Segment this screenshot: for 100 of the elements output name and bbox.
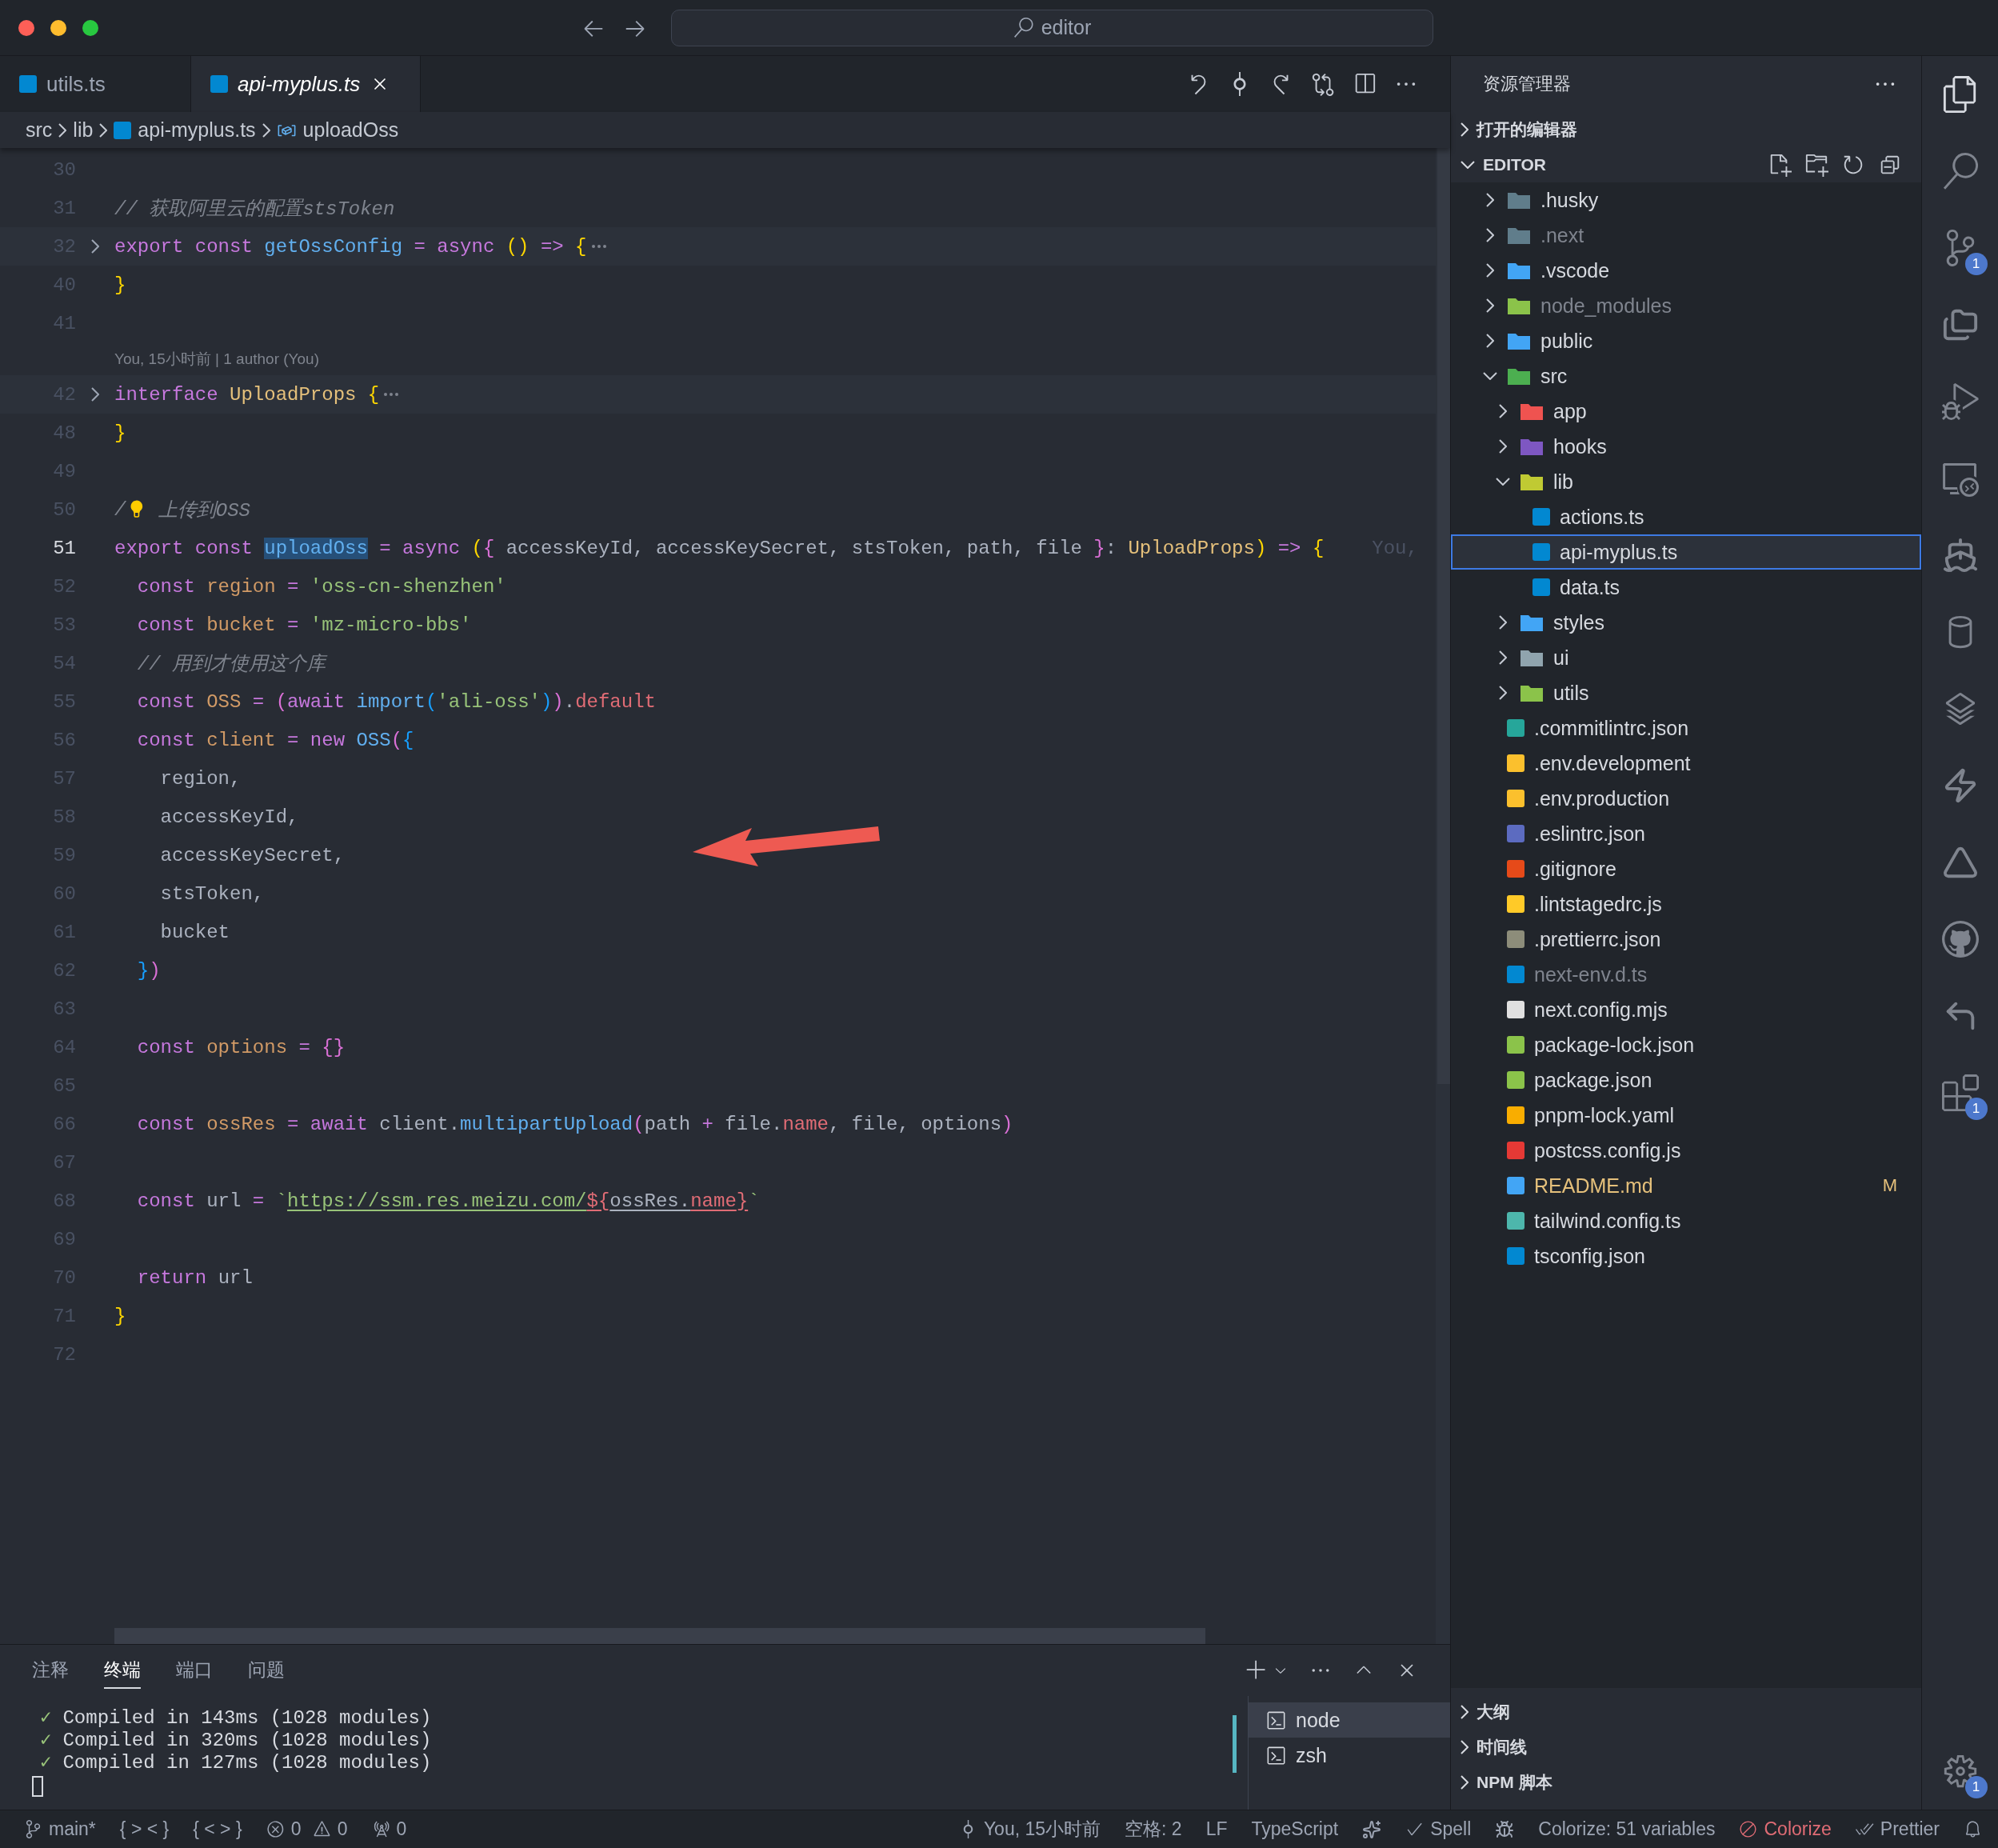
breadcrumb-item[interactable]: src <box>26 118 53 142</box>
fold-chevron-icon[interactable] <box>91 387 99 402</box>
status-item[interactable]: { > < } <box>119 1818 170 1840</box>
file-item[interactable]: api-myplus.ts <box>1451 534 1921 570</box>
file-item[interactable]: package-lock.json <box>1451 1027 1921 1062</box>
command-search-field[interactable]: editor <box>671 9 1433 46</box>
file-item[interactable]: postcss.config.js <box>1451 1133 1921 1168</box>
bell-icon[interactable] <box>1964 1820 1982 1838</box>
panel-tab[interactable]: 问题 <box>248 1652 285 1689</box>
file-icon <box>114 121 132 139</box>
section-header[interactable]: 打开的编辑器 <box>1451 112 1921 147</box>
file-item[interactable]: data.ts <box>1451 570 1921 605</box>
problems-status[interactable]: 0 0 <box>266 1818 348 1840</box>
file-item[interactable]: pnpm-lock.yaml <box>1451 1098 1921 1133</box>
code-line: }) <box>136 959 161 982</box>
breadcrumb-item[interactable]: uploadOss <box>276 118 399 142</box>
code-line: } <box>114 1305 126 1327</box>
new-folder-icon[interactable] <box>1804 153 1828 177</box>
chevron-right-icon <box>58 122 67 138</box>
code-line: accessKeyId, <box>159 806 299 828</box>
panel-tab[interactable]: 注释 <box>32 1652 69 1689</box>
prettier-status[interactable]: Prettier <box>1855 1818 1940 1840</box>
play-bug-icon <box>1941 383 1979 420</box>
file-item[interactable]: .eslintrc.json <box>1451 816 1921 851</box>
panel-tab[interactable]: 终端 <box>104 1652 141 1689</box>
code-line: // 获取阿里云的配置stsToken <box>114 198 395 221</box>
terminal-cursor <box>32 1776 43 1797</box>
minimize-window-button[interactable] <box>50 19 66 36</box>
file-item[interactable]: tsconfig.json <box>1451 1238 1921 1274</box>
editor-tab[interactable]: api-myplus.ts <box>191 56 421 112</box>
count-badge: 1 <box>1964 253 1988 275</box>
file-item[interactable]: .prettierrc.json <box>1451 922 1921 957</box>
code-line: } <box>114 422 126 444</box>
file-item[interactable]: next.config.mjs <box>1451 992 1921 1027</box>
code-line: } <box>114 274 126 296</box>
breadcrumb-item[interactable]: api-myplus.ts <box>114 118 256 142</box>
status-item[interactable]: TypeScript <box>1251 1818 1339 1840</box>
terminal-icon <box>1266 1710 1286 1730</box>
file-item[interactable]: next-env.d.ts <box>1451 957 1921 992</box>
status-item[interactable]: LF <box>1205 1818 1228 1840</box>
section-header[interactable]: 大纲 <box>1451 1694 1921 1730</box>
folder-item[interactable]: public <box>1451 323 1921 358</box>
horizontal-scrollbar[interactable] <box>114 1628 1205 1644</box>
spell-status[interactable]: Spell <box>1405 1818 1472 1840</box>
section-title: 大纲 <box>1477 1702 1510 1722</box>
file-item[interactable]: package.json <box>1451 1062 1921 1098</box>
ports-status[interactable]: 0 <box>371 1818 407 1840</box>
folder-item[interactable]: hooks <box>1451 429 1921 464</box>
file-item[interactable]: tailwind.config.ts <box>1451 1203 1921 1238</box>
folder-item[interactable]: ui <box>1451 640 1921 675</box>
folder-item[interactable]: .vscode <box>1451 253 1921 288</box>
warning-icon <box>312 1820 331 1838</box>
section-header[interactable]: EDITOR <box>1451 147 1921 182</box>
panel-tab[interactable]: 端口 <box>176 1652 213 1689</box>
file-item[interactable]: .env.production <box>1451 781 1921 816</box>
code-line: / 上传到OSS <box>114 498 250 522</box>
close-window-button[interactable] <box>18 19 34 36</box>
folder-item[interactable]: utils <box>1451 675 1921 710</box>
branch-status[interactable]: main* <box>24 1818 96 1840</box>
folder-item[interactable]: src <box>1451 358 1921 394</box>
settings-button[interactable]: 1 <box>1921 1733 1998 1810</box>
section-header[interactable]: NPM 脚本 <box>1451 1765 1921 1800</box>
breadcrumb-item[interactable]: lib <box>73 118 94 142</box>
status-item[interactable]: { < > } <box>193 1818 242 1840</box>
section-header[interactable]: 时间线 <box>1451 1730 1921 1765</box>
file-item[interactable]: actions.ts <box>1451 499 1921 534</box>
folder-item[interactable]: lib <box>1451 464 1921 499</box>
code-line: const OSS = (await import('ali-oss')).default <box>136 690 656 713</box>
folder-item[interactable]: styles <box>1451 605 1921 640</box>
file-item[interactable]: .lintstagedrc.js <box>1451 886 1921 922</box>
terminal-item[interactable]: zsh <box>1249 1738 1450 1773</box>
chevron-right-icon <box>262 122 270 138</box>
status-item[interactable]: 空格: 2 <box>1125 1817 1182 1842</box>
maximize-window-button[interactable] <box>82 19 98 36</box>
codelens-text[interactable]: You, 15小时前 | 1 author (You) <box>114 348 319 370</box>
blame-status[interactable]: You, 15小时前 <box>958 1817 1101 1842</box>
activity-bar-item[interactable]: 1 <box>1921 1054 1998 1131</box>
bug-icon[interactable] <box>1495 1819 1515 1839</box>
vertical-scrollbar[interactable] <box>1437 148 1450 1084</box>
fold-chevron-icon[interactable] <box>91 239 99 254</box>
terminal-item[interactable]: node <box>1249 1702 1450 1738</box>
chevron-right-icon <box>99 122 108 138</box>
section-title: EDITOR <box>1483 155 1546 174</box>
colorize-status[interactable]: Colorize <box>1739 1818 1832 1840</box>
activity-bar-item[interactable]: 1 <box>1921 210 1998 286</box>
folder-item[interactable]: .husky <box>1451 182 1921 218</box>
terminal-icon <box>1266 1745 1286 1766</box>
folder-item[interactable]: .next <box>1451 218 1921 253</box>
blocked-icon <box>1739 1820 1758 1838</box>
add-icon[interactable] <box>1245 1659 1268 1682</box>
sparkle-icon[interactable] <box>1362 1819 1382 1839</box>
file-item[interactable]: README.md M <box>1451 1168 1921 1203</box>
file-item[interactable]: .gitignore <box>1451 851 1921 886</box>
folder-item[interactable]: node_modules <box>1451 288 1921 323</box>
code-line: export const getOssConfig = async () => { <box>114 235 606 258</box>
file-item[interactable]: .env.development <box>1451 746 1921 781</box>
compare-icon[interactable] <box>1311 72 1335 96</box>
folder-item[interactable]: app <box>1451 394 1921 429</box>
status-item[interactable]: Colorize: 51 variables <box>1538 1818 1716 1840</box>
file-item[interactable]: .commitlintrc.json <box>1451 710 1921 746</box>
